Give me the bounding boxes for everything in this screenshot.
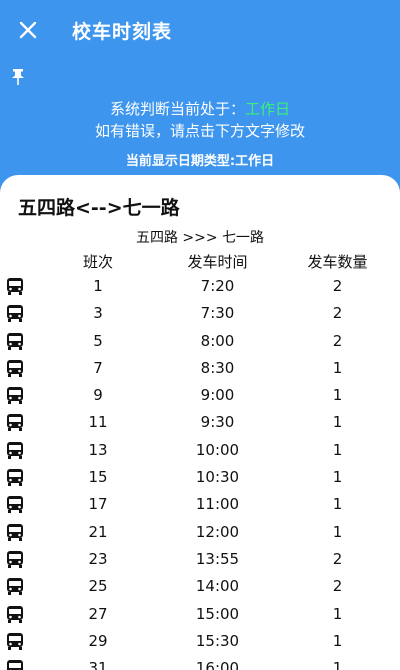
- trip-number: 15: [88, 468, 108, 487]
- departure-time: 13:55: [195, 549, 240, 568]
- departure-time: 7:30: [200, 304, 235, 323]
- displayed-day-type[interactable]: 当前显示日期类型:工作日: [0, 150, 400, 169]
- departure-time: 15:30: [195, 631, 240, 650]
- departure-time: 9:00: [200, 386, 235, 405]
- system-day-type-text[interactable]: 系统判断当前处于：工作日: [0, 98, 400, 119]
- table-row: 1 7:20 2: [0, 273, 400, 300]
- trip-number: 21: [88, 522, 108, 541]
- departure-time: 7:20: [200, 277, 235, 295]
- day-type-card: 系统判断当前处于：工作日 如有错误，请点击下方文字修改 当前显示日期类型:工作日: [0, 58, 400, 183]
- table-row: 11 9:30 1: [0, 409, 400, 436]
- bus-count: 2: [332, 577, 343, 596]
- departure-time: 14:00: [195, 577, 240, 596]
- trip-number: 31: [88, 659, 108, 670]
- table-row: 31 16:00 1: [0, 655, 400, 670]
- bus-icon: [7, 550, 23, 568]
- departure-time: 8:30: [200, 358, 235, 377]
- bus-count: 2: [332, 549, 343, 568]
- departure-time: 9:30: [200, 413, 235, 432]
- bus-icon: [7, 523, 23, 541]
- table-row: 15 10:30 1: [0, 464, 400, 491]
- departure-time: 10:00: [195, 440, 240, 459]
- trip-number: 27: [88, 604, 108, 623]
- bus-icon: [7, 660, 23, 670]
- trip-number: 11: [88, 413, 108, 432]
- header-trip-number: 班次: [82, 253, 113, 271]
- bus-icon: [7, 441, 23, 459]
- day-type-prefix: 系统判断当前处于：: [109, 100, 245, 118]
- table-row: 27 15:00 1: [0, 601, 400, 628]
- departure-time: 15:00: [195, 604, 240, 623]
- table-row: 3 7:30 2: [0, 300, 400, 327]
- bus-icon: [7, 414, 23, 432]
- header-departure-time: 发车时间: [187, 253, 248, 271]
- trip-number: 3: [93, 304, 103, 323]
- bus-count: 1: [332, 659, 343, 670]
- bus-count: 1: [332, 468, 343, 487]
- trip-number: 13: [88, 440, 108, 459]
- table-row: 25 14:00 2: [0, 573, 400, 600]
- departure-time: 12:00: [195, 522, 240, 541]
- schedule-list: 1 7:20 2 3 7:30 2 5 8:00 2 7 8:30 1 9 9:00 1 11 9:30 1 13 1…: [0, 273, 400, 670]
- close-icon: [19, 21, 37, 39]
- table-row: 13 10:00 1: [0, 437, 400, 464]
- bus-count: 1: [332, 604, 343, 623]
- day-type-value[interactable]: 工作日: [245, 100, 290, 118]
- route-direction[interactable]: 五四路 >>> 七一路: [0, 227, 400, 247]
- bus-count: 1: [332, 358, 343, 377]
- bus-count: 2: [332, 277, 343, 295]
- bus-icon: [7, 496, 23, 514]
- departure-time: 11:00: [195, 495, 240, 514]
- trip-number: 1: [93, 277, 103, 295]
- trip-number: 23: [88, 549, 108, 568]
- bus-count: 1: [332, 440, 343, 459]
- page-title: 校车时刻表: [72, 20, 173, 43]
- departure-time: 8:00: [200, 331, 235, 350]
- schedule-sheet: 五四路<-->七一路 五四路 >>> 七一路 班次 发车时间 发车数量 1 7:2…: [0, 175, 400, 670]
- bus-icon: [7, 469, 23, 487]
- table-row: 9 9:00 1: [0, 382, 400, 409]
- close-button[interactable]: [0, 0, 56, 60]
- bus-icon: [7, 387, 23, 405]
- trip-number: 25: [88, 577, 108, 596]
- pin-icon[interactable]: [10, 68, 26, 86]
- bus-count: 1: [332, 522, 343, 541]
- bus-icon: [7, 305, 23, 323]
- app-bar: 校车时刻表: [0, 0, 400, 60]
- bus-icon: [7, 359, 23, 377]
- trip-number: 5: [93, 331, 103, 350]
- header-bus-count: 发车数量: [307, 253, 368, 271]
- bus-count: 1: [332, 413, 343, 432]
- route-title: 五四路<-->七一路: [18, 197, 180, 219]
- bus-count: 1: [332, 631, 343, 650]
- trip-number: 7: [93, 358, 103, 377]
- correction-hint[interactable]: 如有错误，请点击下方文字修改: [0, 120, 400, 141]
- bus-icon: [7, 605, 23, 623]
- table-header: 班次 发车时间 发车数量: [0, 251, 400, 273]
- table-row: 5 8:00 2: [0, 328, 400, 355]
- bus-icon: [7, 578, 23, 596]
- bus-count: 1: [332, 386, 343, 405]
- departure-time: 16:00: [195, 659, 240, 670]
- table-row: 23 13:55 2: [0, 546, 400, 573]
- bus-icon: [7, 332, 23, 350]
- table-row: 29 15:30 1: [0, 628, 400, 655]
- table-row: 21 12:00 1: [0, 519, 400, 546]
- departure-time: 10:30: [195, 468, 240, 487]
- bus-count: 1: [332, 495, 343, 514]
- trip-number: 29: [88, 631, 108, 650]
- trip-number: 17: [88, 495, 108, 514]
- bus-count: 2: [332, 331, 343, 350]
- bus-icon: [7, 278, 23, 295]
- trip-number: 9: [93, 386, 103, 405]
- bus-count: 2: [332, 304, 343, 323]
- bus-icon: [7, 632, 23, 650]
- table-row: 17 11:00 1: [0, 491, 400, 518]
- table-row: 7 8:30 1: [0, 355, 400, 382]
